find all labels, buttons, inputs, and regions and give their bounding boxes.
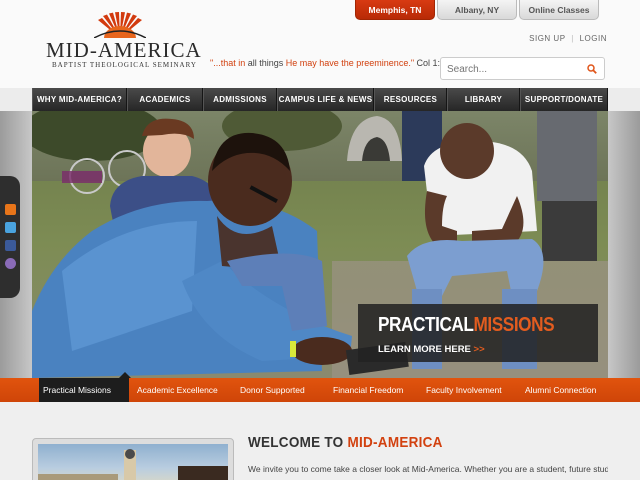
nav-resources[interactable]: RESOURCES <box>374 88 447 111</box>
campus-building-image <box>38 449 228 480</box>
search-input[interactable] <box>447 61 577 77</box>
hero-caption: PRACTICALMISSIONS LEARN MORE HERE >> <box>358 304 598 362</box>
site-logo[interactable]: MID-AMERICA BAPTIST THEOLOGICAL SEMINARY <box>44 12 201 72</box>
main-nav: WHY MID-AMERICA? ACADEMICS ADMISSIONS CA… <box>32 88 608 111</box>
campus-photo <box>38 444 228 480</box>
main-content: WELCOME TO MID-AMERICA We invite you to … <box>0 402 640 480</box>
slide-tab-alumni-connection[interactable]: Alumni Connection <box>525 378 596 402</box>
campus-selector: Memphis, TN Albany, NY Online Classes <box>355 0 601 20</box>
scripture-tagline: "...that in all things He may have the p… <box>210 58 450 68</box>
search-icon[interactable] <box>587 64 597 74</box>
nav-campus-life-news[interactable]: CAMPUS LIFE & NEWS <box>277 88 374 111</box>
logo-name: MID-AMERICA <box>46 38 202 62</box>
tagline-part2: all things <box>247 58 286 68</box>
sunrise-logo-icon <box>94 12 146 38</box>
caption-word2: MISSIONS <box>473 314 555 336</box>
slide-tab-practical-missions[interactable]: Practical Missions <box>39 372 131 402</box>
welcome-heading: WELCOME TO MID-AMERICA <box>248 434 443 451</box>
campus-tab-online[interactable]: Online Classes <box>519 0 599 20</box>
caption-word1: PRACTICAL <box>378 314 474 336</box>
hero-slide: PRACTICALMISSIONS LEARN MORE HERE >> <box>32 111 608 378</box>
slide-tab-donor-supported[interactable]: Donor Supported <box>240 378 305 402</box>
utility-links: SIGN UP | LOGIN <box>529 34 607 43</box>
site-header: MID-AMERICA BAPTIST THEOLOGICAL SEMINARY… <box>0 0 640 88</box>
campus-tab-albany[interactable]: Albany, NY <box>437 0 517 20</box>
slide-tab-faculty-involvement[interactable]: Faculty Involvement <box>426 378 502 402</box>
active-slide-pointer <box>119 372 131 378</box>
facebook-icon[interactable] <box>5 240 16 251</box>
tagline-part1: "...that in <box>210 58 248 68</box>
nav-support-donate[interactable]: SUPPORT/DONATE <box>520 88 608 111</box>
slider-tabs: Practical Missions Academic Excellence D… <box>0 372 640 402</box>
welcome-title-part1: WELCOME TO <box>248 434 348 451</box>
learn-more-label: LEARN MORE HERE <box>378 344 471 355</box>
podcast-icon[interactable] <box>5 258 16 269</box>
double-arrow-icon: >> <box>473 344 485 355</box>
social-links <box>0 176 20 298</box>
slide-tab-financial-freedom[interactable]: Financial Freedom <box>333 378 403 402</box>
campus-photo-frame <box>32 438 234 480</box>
welcome-title-part2: MID-AMERICA <box>347 434 443 451</box>
campus-tab-memphis[interactable]: Memphis, TN <box>355 0 435 20</box>
login-link[interactable]: LOGIN <box>580 34 607 43</box>
logo-subtitle: BAPTIST THEOLOGICAL SEMINARY <box>52 61 197 69</box>
signup-link[interactable]: SIGN UP <box>529 34 565 43</box>
welcome-paragraph: We invite you to come take a closer look… <box>248 464 608 474</box>
utility-separator: | <box>571 34 574 43</box>
nav-admissions[interactable]: ADMISSIONS <box>203 88 277 111</box>
tagline-part3: He may have the preeminence." <box>285 58 415 68</box>
twitter-icon[interactable] <box>5 222 16 233</box>
slide-tab-label: Practical Missions <box>43 385 112 395</box>
nav-why-mid-america[interactable]: WHY MID-AMERICA? <box>32 88 127 111</box>
nav-academics[interactable]: ACADEMICS <box>127 88 203 111</box>
search-box <box>440 57 605 80</box>
rss-icon[interactable] <box>5 204 16 215</box>
learn-more-link[interactable]: LEARN MORE HERE >> <box>378 344 485 355</box>
nav-library[interactable]: LIBRARY <box>447 88 520 111</box>
slide-tab-academic-excellence[interactable]: Academic Excellence <box>137 378 218 402</box>
hero-caption-title: PRACTICALMISSIONS <box>378 314 555 337</box>
